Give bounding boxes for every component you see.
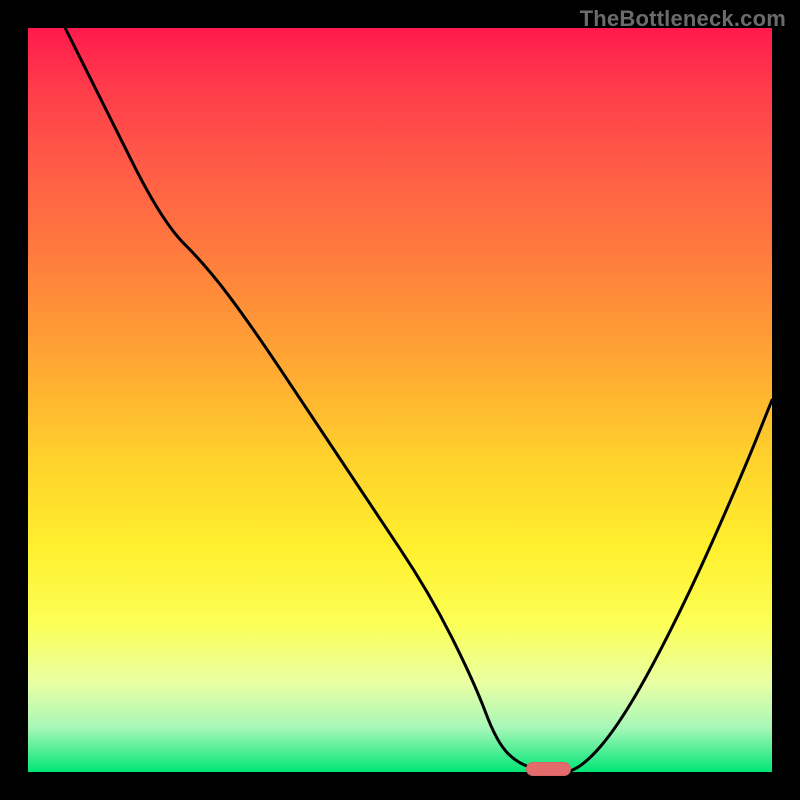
plot-area	[28, 28, 772, 772]
chart-frame: TheBottleneck.com	[0, 0, 800, 800]
bottleneck-curve	[65, 28, 772, 772]
curve-layer	[28, 28, 772, 772]
optimal-marker	[526, 762, 571, 776]
